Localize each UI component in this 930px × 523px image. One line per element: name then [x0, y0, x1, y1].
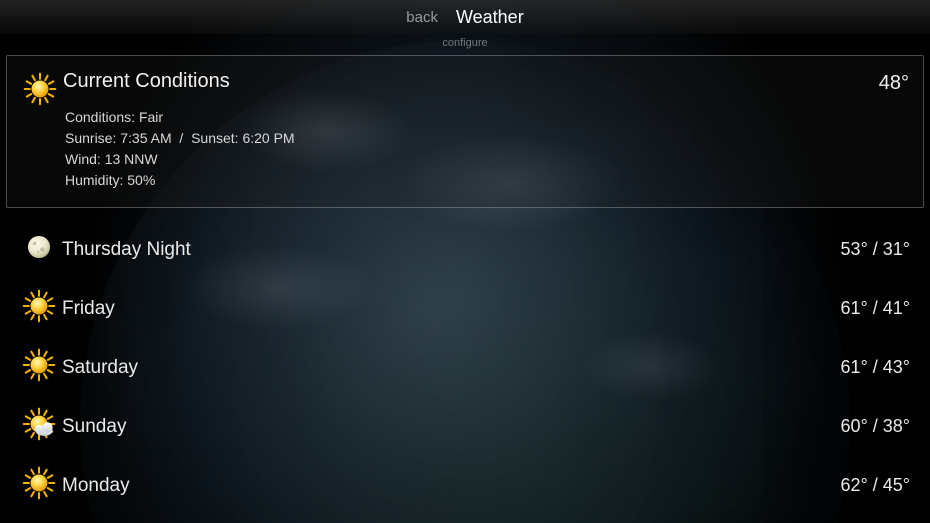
current-temp: 48° — [879, 70, 909, 95]
content: Current Conditions Conditions: Fair Sunr… — [0, 55, 930, 515]
forecast-day-label: Saturday — [62, 357, 841, 379]
configure-link[interactable]: configure — [442, 37, 487, 49]
forecast-temps: 60° / 38° — [841, 416, 910, 437]
forecast-temps: 53° / 31° — [841, 239, 910, 260]
sunset-label: Sunset: — [191, 130, 238, 146]
forecast-list: Thursday Night53° / 31°Friday61° / 41°Sa… — [6, 220, 924, 515]
current-conditions-card[interactable]: Current Conditions Conditions: Fair Sunr… — [6, 55, 924, 208]
back-button[interactable]: back — [406, 9, 438, 26]
page-title: Weather — [456, 7, 524, 28]
wind-label: Wind: — [65, 151, 101, 167]
humidity-label: Humidity: — [65, 172, 123, 188]
sun-icon — [22, 348, 56, 387]
partly-cloudy-icon — [22, 407, 56, 446]
forecast-day-label: Friday — [62, 298, 841, 320]
sunrise-value: 7:35 AM — [120, 130, 171, 146]
forecast-row[interactable]: Sunday60° / 38° — [6, 397, 924, 456]
sunrise-label: Sunrise: — [65, 130, 116, 146]
humidity-value: 50% — [127, 172, 155, 188]
sun-icon — [22, 289, 56, 328]
forecast-temps: 62° / 45° — [841, 475, 910, 496]
current-title: Current Conditions — [63, 70, 879, 93]
sun-icon — [22, 466, 56, 505]
sun-separator: / — [179, 130, 183, 146]
wind-value: 13 NNW — [105, 151, 158, 167]
forecast-row[interactable]: Monday62° / 45° — [6, 456, 924, 515]
forecast-row[interactable]: Saturday61° / 43° — [6, 338, 924, 397]
forecast-day-label: Monday — [62, 475, 841, 497]
conditions-label: Conditions: — [65, 109, 135, 125]
sunset-value: 6:20 PM — [242, 130, 294, 146]
forecast-day-label: Thursday Night — [62, 239, 841, 261]
moon-icon — [22, 230, 56, 269]
forecast-temps: 61° / 41° — [841, 298, 910, 319]
forecast-temps: 61° / 43° — [841, 357, 910, 378]
current-details: Conditions: Fair Sunrise: 7:35 AM / Suns… — [63, 107, 879, 191]
header-bar: back Weather — [0, 0, 930, 34]
sun-icon — [23, 72, 57, 111]
forecast-day-label: Sunday — [62, 416, 841, 438]
conditions-value: Fair — [139, 109, 163, 125]
forecast-row[interactable]: Friday61° / 41° — [6, 279, 924, 338]
forecast-row[interactable]: Thursday Night53° / 31° — [6, 220, 924, 279]
